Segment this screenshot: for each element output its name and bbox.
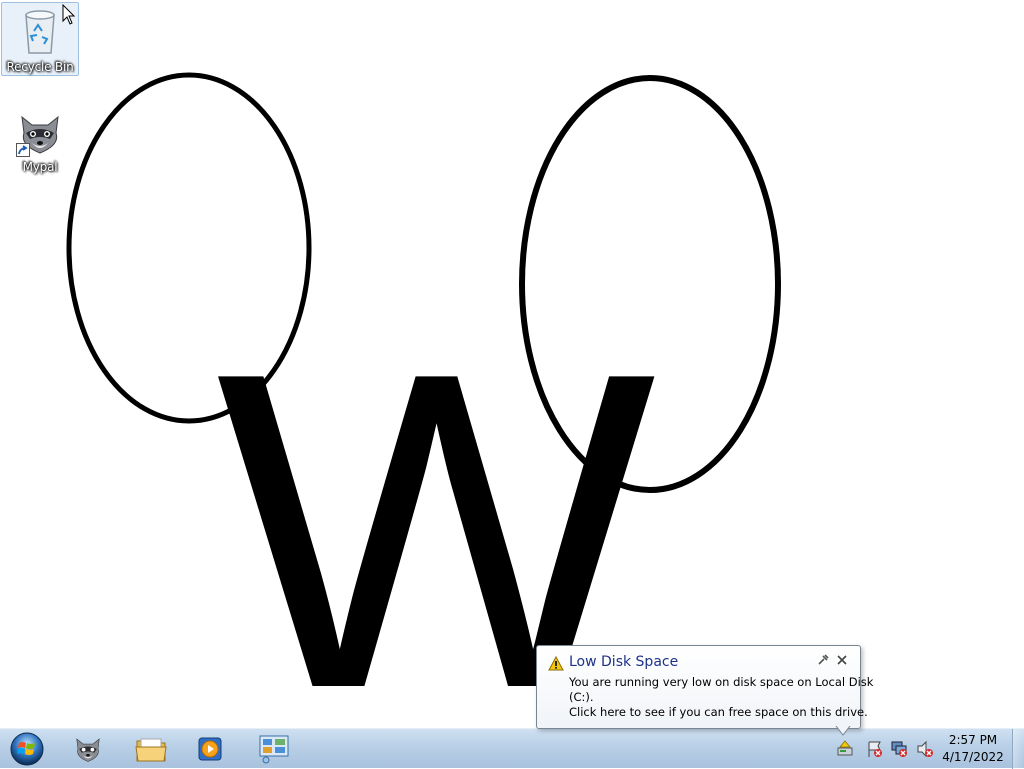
warning-icon — [548, 656, 564, 671]
mouse-cursor-icon — [62, 4, 76, 25]
notification-options-icon[interactable] — [817, 654, 829, 666]
wallpaper-drawing: W — [66, 72, 781, 728]
notification-close-icon[interactable] — [836, 654, 848, 666]
notification-tail — [835, 726, 851, 736]
clock-date: 4/17/2022 — [942, 750, 1004, 764]
show-desktop-button[interactable] — [1012, 729, 1024, 769]
control-panel-icon — [259, 735, 289, 764]
notification-body[interactable]: You are running very low on disk space o… — [569, 675, 874, 720]
recycle-bin-label: Recycle Bin — [6, 60, 74, 74]
low-disk-space-notification[interactable]: Low Disk Space You are running very low … — [536, 645, 874, 729]
desktop[interactable]: W Recycle Bin Mypal — [0, 0, 1024, 728]
disk-space-icon[interactable] — [836, 740, 854, 758]
mypal-label: Mypal — [22, 160, 58, 174]
volume-muted-icon[interactable] — [916, 740, 934, 758]
taskbar-media-player-button[interactable] — [183, 731, 239, 767]
action-center-icon[interactable] — [866, 740, 884, 758]
notification-line-2: (C:). — [569, 690, 594, 704]
taskbar-mypal-button[interactable] — [60, 731, 116, 767]
taskbar-control-panel-button[interactable] — [246, 731, 302, 767]
taskbar: 2:57 PM 4/17/2022 — [0, 728, 1024, 769]
media-player-icon — [198, 737, 222, 761]
start-orb-icon — [10, 732, 44, 766]
start-button[interactable] — [4, 731, 50, 767]
folder-icon — [135, 738, 167, 762]
notification-line-3: Click here to see if you can free space … — [569, 705, 868, 719]
desktop-icon-mypal[interactable]: Mypal — [1, 108, 79, 182]
network-icon[interactable] — [890, 740, 908, 758]
taskbar-explorer-button[interactable] — [123, 731, 179, 767]
raccoon-icon — [76, 738, 100, 762]
shortcut-arrow-icon — [16, 143, 30, 157]
recycle-bin-icon — [25, 10, 55, 54]
notification-line-1: You are running very low on disk space o… — [569, 675, 874, 689]
clock-time: 2:57 PM — [948, 733, 998, 747]
notification-title: Low Disk Space — [569, 654, 679, 670]
taskbar-clock[interactable]: 2:57 PM 4/17/2022 — [940, 732, 1006, 766]
